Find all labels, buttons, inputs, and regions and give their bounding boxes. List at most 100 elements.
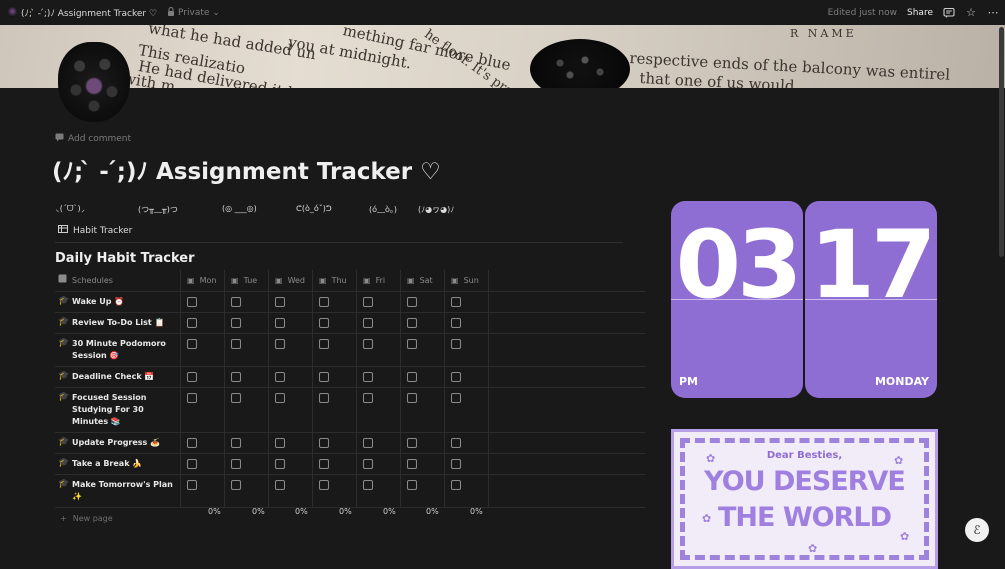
table-row[interactable]: 🎓 30 Minute Podomoro Session 🎯 bbox=[55, 334, 645, 367]
habit-checkbox[interactable] bbox=[231, 459, 241, 469]
habit-checkbox[interactable] bbox=[407, 339, 417, 349]
row-title[interactable]: Review To-Do List 📋 bbox=[72, 317, 164, 329]
table-row[interactable]: 🎓 Deadline Check 📅 bbox=[55, 367, 645, 388]
column-header-sun[interactable]: ▣ Sun bbox=[445, 270, 489, 291]
row-title[interactable]: Wake Up ⏰ bbox=[72, 296, 124, 308]
breadcrumb-page-title[interactable]: (ﾉ; ̀ - ́;)ﾉ Assignment Tracker ♡ bbox=[21, 6, 157, 19]
habit-checkbox[interactable] bbox=[363, 393, 373, 403]
row-schedule-cell[interactable]: 🎓 Make Tomorrow's Plan ✨ bbox=[55, 475, 181, 507]
table-row[interactable]: 🎓 Wake Up ⏰ bbox=[55, 292, 645, 313]
habit-checkbox[interactable] bbox=[187, 459, 197, 469]
habit-checkbox[interactable] bbox=[275, 339, 285, 349]
help-button[interactable]: ℰ bbox=[965, 518, 989, 542]
page-icon[interactable] bbox=[58, 42, 130, 122]
table-row[interactable]: 🎓 Take a Break 🍌 bbox=[55, 454, 645, 475]
habit-checkbox[interactable] bbox=[451, 480, 461, 490]
habit-checkbox[interactable] bbox=[363, 459, 373, 469]
column-header-fri[interactable]: ▣ Fri bbox=[357, 270, 401, 291]
habit-checkbox[interactable] bbox=[275, 438, 285, 448]
habit-checkbox[interactable] bbox=[407, 459, 417, 469]
habit-checkbox[interactable] bbox=[319, 459, 329, 469]
habit-checkbox[interactable] bbox=[275, 459, 285, 469]
database-title[interactable]: Daily Habit Tracker bbox=[55, 251, 194, 266]
habit-checkbox[interactable] bbox=[187, 297, 197, 307]
scrollbar[interactable] bbox=[999, 27, 1004, 257]
habit-checkbox[interactable] bbox=[363, 438, 373, 448]
habit-checkbox[interactable] bbox=[231, 438, 241, 448]
privacy-indicator[interactable]: Private ⌄ bbox=[167, 6, 220, 19]
row-schedule-cell[interactable]: 🎓 Focused Session Studying For 30 Minutes… bbox=[55, 388, 181, 432]
habit-checkbox[interactable] bbox=[363, 372, 373, 382]
habit-checkbox[interactable] bbox=[187, 318, 197, 328]
more-options-icon[interactable]: ⋯ bbox=[987, 6, 999, 19]
tab-habit-tracker[interactable]: Habit Tracker bbox=[58, 225, 132, 236]
add-comment-button[interactable]: Add comment bbox=[55, 133, 131, 145]
habit-checkbox[interactable] bbox=[231, 297, 241, 307]
habit-checkbox[interactable] bbox=[187, 372, 197, 382]
column-header-schedules[interactable]: Schedules bbox=[55, 270, 181, 291]
share-button[interactable]: Share bbox=[907, 8, 933, 18]
habit-checkbox[interactable] bbox=[451, 438, 461, 448]
column-header-tue[interactable]: ▣ Tue bbox=[225, 270, 269, 291]
row-title[interactable]: Take a Break 🍌 bbox=[72, 458, 142, 470]
habit-checkbox[interactable] bbox=[231, 318, 241, 328]
habit-checkbox[interactable] bbox=[407, 480, 417, 490]
habit-checkbox[interactable] bbox=[275, 393, 285, 403]
habit-checkbox[interactable] bbox=[407, 297, 417, 307]
breadcrumb[interactable]: (ﾉ; ̀ - ́;)ﾉ Assignment Tracker ♡ bbox=[8, 6, 157, 19]
column-header-thu[interactable]: ▣ Thu bbox=[313, 270, 357, 291]
habit-checkbox[interactable] bbox=[231, 372, 241, 382]
habit-checkbox[interactable] bbox=[275, 372, 285, 382]
column-header-sat[interactable]: ▣ Sat bbox=[401, 270, 445, 291]
habit-checkbox[interactable] bbox=[407, 438, 417, 448]
row-schedule-cell[interactable]: 🎓 Take a Break 🍌 bbox=[55, 454, 181, 474]
habit-checkbox[interactable] bbox=[319, 438, 329, 448]
habit-checkbox[interactable] bbox=[319, 318, 329, 328]
habit-checkbox[interactable] bbox=[319, 393, 329, 403]
row-title[interactable]: Make Tomorrow's Plan ✨ bbox=[72, 479, 177, 503]
habit-checkbox[interactable] bbox=[451, 372, 461, 382]
habit-checkbox[interactable] bbox=[363, 297, 373, 307]
table-row[interactable]: 🎓 Review To-Do List 📋 bbox=[55, 313, 645, 334]
row-title[interactable]: 30 Minute Podomoro Session 🎯 bbox=[72, 338, 177, 362]
row-schedule-cell[interactable]: 🎓 Deadline Check 📅 bbox=[55, 367, 181, 387]
habit-checkbox[interactable] bbox=[275, 297, 285, 307]
row-title[interactable]: Deadline Check 📅 bbox=[72, 371, 154, 383]
habit-checkbox[interactable] bbox=[451, 297, 461, 307]
table-row[interactable]: 🎓 Make Tomorrow's Plan ✨ bbox=[55, 475, 645, 508]
habit-checkbox[interactable] bbox=[187, 438, 197, 448]
habit-checkbox[interactable] bbox=[319, 297, 329, 307]
habit-checkbox[interactable] bbox=[231, 339, 241, 349]
row-schedule-cell[interactable]: 🎓 Review To-Do List 📋 bbox=[55, 313, 181, 333]
table-row[interactable]: 🎓 Update Progress 🍝 bbox=[55, 433, 645, 454]
row-schedule-cell[interactable]: 🎓 Wake Up ⏰ bbox=[55, 292, 181, 312]
row-title[interactable]: Update Progress 🍝 bbox=[72, 437, 160, 449]
habit-checkbox[interactable] bbox=[319, 480, 329, 490]
comments-icon[interactable] bbox=[943, 7, 955, 19]
habit-checkbox[interactable] bbox=[275, 318, 285, 328]
habit-checkbox[interactable] bbox=[187, 339, 197, 349]
habit-checkbox[interactable] bbox=[231, 480, 241, 490]
habit-checkbox[interactable] bbox=[451, 318, 461, 328]
habit-checkbox[interactable] bbox=[275, 480, 285, 490]
habit-checkbox[interactable] bbox=[187, 480, 197, 490]
habit-checkbox[interactable] bbox=[187, 393, 197, 403]
row-schedule-cell[interactable]: 🎓 Update Progress 🍝 bbox=[55, 433, 181, 453]
habit-checkbox[interactable] bbox=[451, 339, 461, 349]
column-header-wed[interactable]: ▣ Wed bbox=[269, 270, 313, 291]
habit-checkbox[interactable] bbox=[231, 393, 241, 403]
page-title[interactable]: (ﾉ; ̀ - ́;)ﾉ Assignment Tracker ♡ bbox=[52, 152, 441, 186]
habit-checkbox[interactable] bbox=[363, 480, 373, 490]
habit-checkbox[interactable] bbox=[407, 372, 417, 382]
column-header-mon[interactable]: ▣ Mon bbox=[181, 270, 225, 291]
row-schedule-cell[interactable]: 🎓 30 Minute Podomoro Session 🎯 bbox=[55, 334, 181, 366]
habit-checkbox[interactable] bbox=[451, 459, 461, 469]
habit-checkbox[interactable] bbox=[407, 393, 417, 403]
habit-checkbox[interactable] bbox=[407, 318, 417, 328]
habit-checkbox[interactable] bbox=[319, 339, 329, 349]
table-row[interactable]: 🎓 Focused Session Studying For 30 Minutes… bbox=[55, 388, 645, 433]
star-icon[interactable]: ☆ bbox=[965, 6, 977, 19]
habit-checkbox[interactable] bbox=[319, 372, 329, 382]
habit-checkbox[interactable] bbox=[451, 393, 461, 403]
row-title[interactable]: Focused Session Studying For 30 Minutes … bbox=[72, 392, 177, 428]
